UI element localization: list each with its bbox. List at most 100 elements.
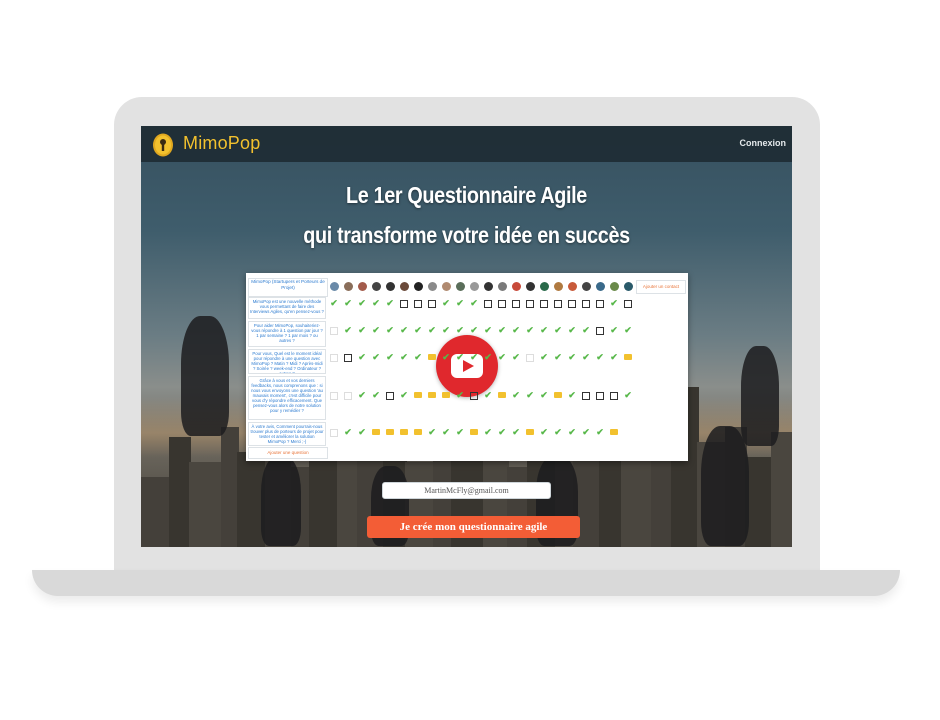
mail-icon: [428, 354, 436, 360]
laptop-base: [32, 570, 900, 596]
brand-name[interactable]: MimoPop: [183, 133, 260, 154]
contact-avatar: [498, 282, 507, 291]
contact-avatar: [358, 282, 367, 291]
check-icon: ✔: [400, 390, 408, 400]
empty-checkbox-icon: [554, 300, 562, 308]
website-screen: MimoPop Connexion Le 1er Questionnaire A…: [141, 126, 792, 547]
mail-icon: [428, 392, 436, 398]
empty-checkbox-icon: [596, 327, 604, 335]
check-icon: ✔: [610, 325, 618, 335]
check-icon: ✔: [400, 352, 408, 362]
check-icon: ✔: [386, 298, 394, 308]
check-icon: ✔: [624, 325, 632, 335]
person-silhouette: [181, 316, 229, 436]
email-input[interactable]: [382, 482, 551, 499]
add-contact-button: Ajouter un contact: [636, 280, 686, 294]
empty-checkbox-icon: [610, 392, 618, 400]
mail-icon: [470, 429, 478, 435]
check-icon: ✔: [442, 325, 450, 335]
check-icon: ✔: [554, 325, 562, 335]
mail-icon: [624, 354, 632, 360]
check-icon: ✔: [624, 390, 632, 400]
contact-avatar: [596, 282, 605, 291]
disabled-checkbox-icon: [526, 354, 534, 362]
youtube-play-icon[interactable]: [436, 335, 498, 397]
check-icon: ✔: [344, 427, 352, 437]
check-icon: ✔: [610, 352, 618, 362]
check-icon: ✔: [470, 298, 478, 308]
empty-checkbox-icon: [414, 300, 422, 308]
check-icon: ✔: [442, 298, 450, 308]
empty-checkbox-icon: [498, 300, 506, 308]
check-icon: ✔: [358, 298, 366, 308]
check-icon: ✔: [456, 298, 464, 308]
empty-checkbox-icon: [582, 392, 590, 400]
contact-avatar: [442, 282, 451, 291]
check-icon: ✔: [526, 390, 534, 400]
empty-checkbox-icon: [470, 392, 478, 400]
check-icon: ✔: [540, 352, 548, 362]
building: [599, 457, 623, 547]
check-icon: ✔: [470, 325, 478, 335]
check-icon: ✔: [512, 352, 520, 362]
check-icon: ✔: [442, 427, 450, 437]
empty-checkbox-icon: [512, 300, 520, 308]
contact-avatar: [428, 282, 437, 291]
empty-checkbox-icon: [400, 300, 408, 308]
question-5: À votre avis, Comment pourrais-nous trou…: [248, 422, 326, 446]
check-icon: ✔: [358, 325, 366, 335]
check-icon: ✔: [596, 352, 604, 362]
contact-avatar: [372, 282, 381, 291]
check-icon: ✔: [484, 390, 492, 400]
check-icon: ✔: [344, 325, 352, 335]
building: [745, 457, 773, 547]
check-icon: ✔: [582, 325, 590, 335]
check-icon: ✔: [400, 325, 408, 335]
video-preview[interactable]: MimoPop (Startupers et Porteurs de Proje…: [246, 273, 688, 461]
check-icon: ✔: [498, 352, 506, 362]
building: [651, 447, 673, 547]
create-questionnaire-button[interactable]: Je crée mon questionnaire agile: [367, 516, 580, 538]
contact-avatar: [540, 282, 549, 291]
building: [309, 447, 339, 547]
check-icon: ✔: [470, 352, 478, 362]
check-icon: ✔: [372, 352, 380, 362]
check-icon: ✔: [358, 427, 366, 437]
contact-avatar: [344, 282, 353, 291]
empty-checkbox-icon: [568, 300, 576, 308]
contact-avatar: [400, 282, 409, 291]
check-icon: ✔: [442, 352, 450, 362]
check-icon: ✔: [526, 325, 534, 335]
check-icon: ✔: [484, 352, 492, 362]
building: [189, 462, 223, 547]
question-3: Pour vous, Quel est le moment idéal pour…: [248, 349, 326, 374]
empty-checkbox-icon: [484, 300, 492, 308]
check-icon: ✔: [344, 298, 352, 308]
person-silhouette: [261, 456, 301, 546]
empty-checkbox-icon: [596, 300, 604, 308]
building: [169, 437, 191, 547]
check-icon: ✔: [540, 427, 548, 437]
contact-avatar: [610, 282, 619, 291]
check-icon: ✔: [484, 325, 492, 335]
mail-icon: [442, 392, 450, 398]
contact-avatar: [484, 282, 493, 291]
hero-headline-line-1: Le 1er Questionnaire Agile: [346, 182, 587, 208]
check-icon: ✔: [568, 325, 576, 335]
contact-avatar: [470, 282, 479, 291]
contact-avatar: [526, 282, 535, 291]
contact-avatar: [456, 282, 465, 291]
login-link[interactable]: Connexion: [740, 138, 787, 148]
check-icon: ✔: [610, 298, 618, 308]
check-icon: ✔: [428, 427, 436, 437]
mail-icon: [414, 429, 422, 435]
check-icon: ✔: [414, 325, 422, 335]
mail-icon: [386, 429, 394, 435]
top-navigation-bar: MimoPop Connexion: [141, 126, 792, 162]
mail-icon: [372, 429, 380, 435]
question-1: MimoPop est une nouvelle méthode vous pe…: [248, 297, 326, 319]
empty-checkbox-icon: [344, 354, 352, 362]
mail-icon: [400, 429, 408, 435]
empty-checkbox-icon: [540, 300, 548, 308]
mail-icon: [610, 429, 618, 435]
